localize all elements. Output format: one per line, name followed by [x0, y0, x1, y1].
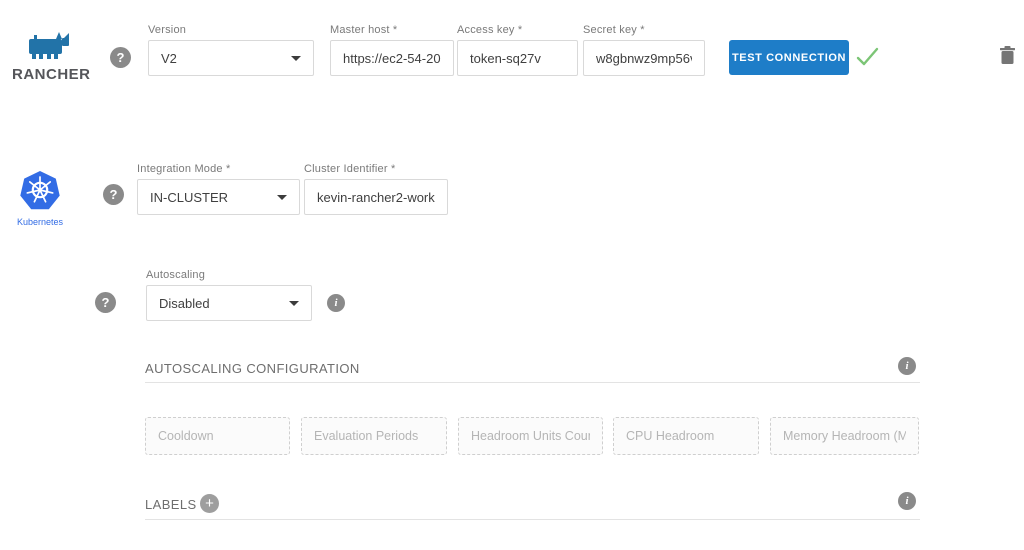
version-value: V2	[161, 51, 177, 66]
memory-headroom-input[interactable]	[770, 417, 919, 455]
chevron-down-icon	[277, 195, 287, 200]
autoscaling-field: Autoscaling Disabled	[146, 269, 312, 321]
labels-info-icon[interactable]: i	[898, 492, 916, 510]
access-key-label: Access key *	[457, 24, 578, 36]
kubernetes-logo-text: Kubernetes	[17, 217, 63, 227]
connection-success-check-icon	[855, 46, 880, 72]
labels-title: LABELS	[145, 497, 197, 512]
cluster-identifier-field: Cluster Identifier *	[304, 163, 448, 215]
autoscaling-value: Disabled	[159, 296, 210, 311]
headroom-units-count-input[interactable]	[458, 417, 603, 455]
autoscaling-help-icon[interactable]: ?	[95, 292, 116, 313]
integration-mode-label: Integration Mode *	[137, 163, 300, 175]
cpu-headroom-input[interactable]	[613, 417, 759, 455]
integration-mode-dropdown[interactable]: IN-CLUSTER	[137, 179, 300, 215]
kubernetes-help-icon[interactable]: ?	[103, 184, 124, 205]
rancher-bull-icon	[26, 47, 72, 64]
secret-key-field: Secret key *	[583, 24, 705, 76]
version-field: Version V2	[148, 24, 314, 76]
version-label: Version	[148, 24, 314, 36]
master-host-input[interactable]	[330, 40, 454, 76]
autoscaling-label: Autoscaling	[146, 269, 312, 281]
autoscaling-dropdown[interactable]: Disabled	[146, 285, 312, 321]
kubernetes-helm-icon	[20, 197, 60, 214]
integration-mode-field: Integration Mode * IN-CLUSTER	[137, 163, 300, 215]
cluster-identifier-label: Cluster Identifier *	[304, 163, 448, 175]
secret-key-label: Secret key *	[583, 24, 705, 36]
integration-settings-page: RANCHER ? Version V2 Master host * Acces…	[0, 0, 1024, 550]
secret-key-input[interactable]	[583, 40, 705, 76]
delete-trash-icon[interactable]	[999, 45, 1016, 71]
master-host-field: Master host *	[330, 24, 454, 76]
chevron-down-icon	[291, 56, 301, 61]
cooldown-input[interactable]	[145, 417, 290, 455]
access-key-input[interactable]	[457, 40, 578, 76]
section-divider	[145, 382, 920, 383]
autoscaling-config-title: AUTOSCALING CONFIGURATION	[145, 361, 360, 376]
integration-mode-value: IN-CLUSTER	[150, 190, 228, 205]
autoscaling-info-icon[interactable]: i	[327, 294, 345, 312]
section-divider	[145, 519, 920, 520]
rancher-help-icon[interactable]: ?	[110, 47, 131, 68]
access-key-field: Access key *	[457, 24, 578, 76]
master-host-label: Master host *	[330, 24, 454, 36]
cluster-identifier-input[interactable]	[304, 179, 448, 215]
kubernetes-logo: Kubernetes	[17, 170, 63, 227]
version-dropdown[interactable]: V2	[148, 40, 314, 76]
rancher-logo: RANCHER	[12, 30, 86, 83]
autoscaling-config-info-icon[interactable]: i	[898, 357, 916, 375]
evaluation-periods-input[interactable]	[301, 417, 447, 455]
add-label-button[interactable]: +	[200, 494, 219, 513]
chevron-down-icon	[289, 301, 299, 306]
rancher-logo-text: RANCHER	[12, 66, 86, 83]
test-connection-button[interactable]: TEST CONNECTION	[729, 40, 849, 75]
